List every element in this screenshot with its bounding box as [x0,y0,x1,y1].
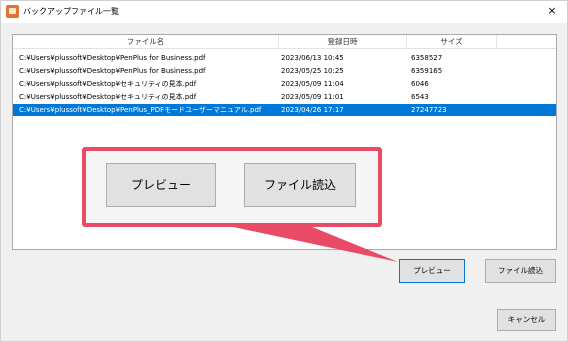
list-item[interactable]: C:¥Users¥plussoft¥Desktop¥PenPlus_PDFモード… [13,104,556,116]
callout-preview-button: プレビュー [106,163,216,207]
list-item[interactable]: C:¥Users¥plussoft¥Desktop¥PenPlus for Bu… [13,52,556,64]
size-cell: 6358527 [411,54,443,62]
date-cell: 2023/05/09 11:04 [281,80,344,88]
size-cell: 27247723 [411,106,447,114]
cancel-button[interactable]: キャンセル [497,309,556,331]
date-cell: 2023/05/09 11:01 [281,93,344,101]
close-button[interactable]: × [545,4,559,18]
column-header-size[interactable]: サイズ [407,35,497,48]
app-icon [6,5,19,18]
title-bar: バックアップファイル一覧 × [1,1,567,23]
preview-button[interactable]: プレビュー [399,259,465,283]
list-header: ファイル名 登録日時 サイズ [13,35,556,49]
size-cell: 6046 [411,80,429,88]
callout-load-file-button: ファイル読込 [244,163,356,207]
column-header-date[interactable]: 登録日時 [279,35,407,48]
list-item[interactable]: C:¥Users¥plussoft¥Desktop¥PenPlus for Bu… [13,65,556,77]
filename-cell: C:¥Users¥plussoft¥Desktop¥PenPlus for Bu… [19,67,206,75]
window-title: バックアップファイル一覧 [23,7,119,16]
list-item[interactable]: C:¥Users¥plussoft¥Desktop¥セキュリティの見本.pdf 2… [13,91,556,103]
filename-cell: C:¥Users¥plussoft¥Desktop¥PenPlus_PDFモード… [19,106,262,114]
filename-cell: C:¥Users¥plussoft¥Desktop¥セキュリティの見本.pdf [19,80,197,88]
filename-cell: C:¥Users¥plussoft¥Desktop¥PenPlus for Bu… [19,54,206,62]
size-cell: 6543 [411,93,429,101]
load-file-button[interactable]: ファイル読込 [485,259,556,283]
size-cell: 6359165 [411,67,443,75]
list-item[interactable]: C:¥Users¥plussoft¥Desktop¥セキュリティの見本.pdf 2… [13,78,556,90]
date-cell: 2023/04/26 17:17 [281,106,344,114]
callout-highlight: プレビュー ファイル読込 [82,147,382,227]
date-cell: 2023/05/25 10:25 [281,67,344,75]
date-cell: 2023/06/13 10:45 [281,54,344,62]
column-header-filename[interactable]: ファイル名 [13,35,279,48]
filename-cell: C:¥Users¥plussoft¥Desktop¥セキュリティの見本.pdf [19,93,197,101]
